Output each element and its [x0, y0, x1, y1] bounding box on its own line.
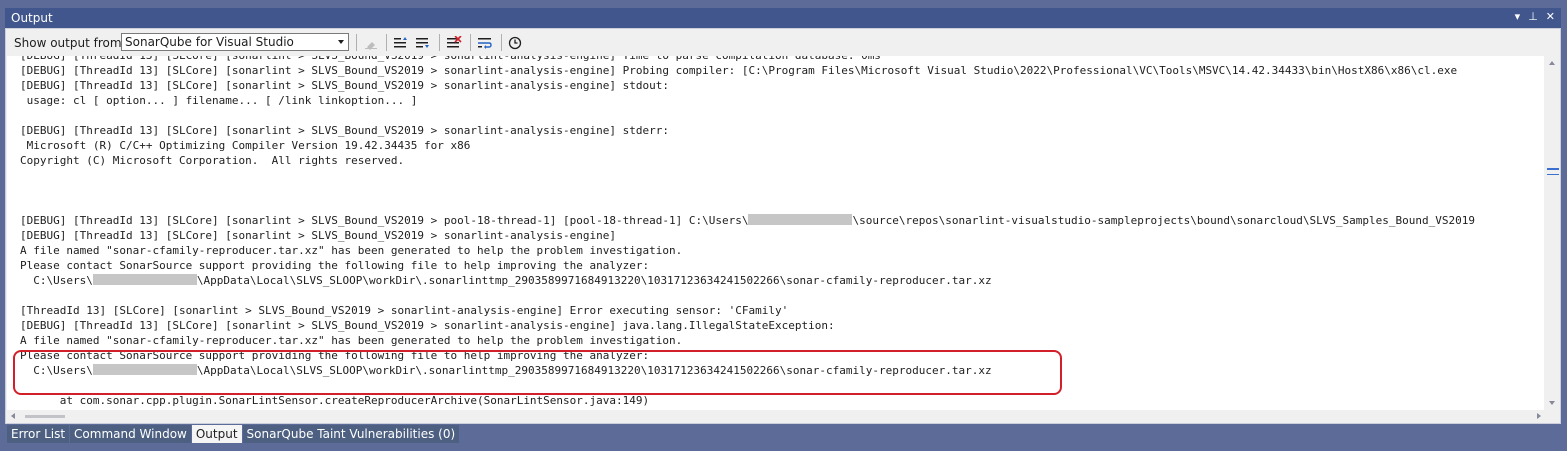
output-toolbar: Show output from: SonarQube for Visual S…: [6, 29, 1560, 56]
tab-error-list[interactable]: Error List: [7, 425, 70, 443]
clear-all-button[interactable]: [444, 33, 464, 52]
tab-sonarqube-taint-vulnerabilities-0[interactable]: SonarQube Taint Vulnerabilities (0): [242, 425, 460, 443]
output-window-titlebar: Output ▾ ⊥ ✕: [5, 8, 1561, 28]
output-line: C:\Users\ \AppData\Local\SLVS_SLOOP\workD…: [20, 274, 992, 287]
output-line: A file named "sonar-cfamily-reproducer.t…: [20, 244, 682, 257]
scroll-right-icon[interactable]: [1537, 413, 1541, 419]
redacted-username: [748, 214, 853, 225]
output-line-text: Copyright (C) Microsoft Corporation. All…: [20, 154, 405, 167]
timestamp-button[interactable]: [505, 33, 525, 52]
output-line-text: Microsoft (R) C/C++ Optimizing Compiler …: [20, 139, 471, 152]
output-line: [DEBUG] [ThreadId 13] [SLCore] [sonarlin…: [20, 214, 1475, 227]
word-wrap-icon: [478, 37, 492, 49]
output-line: [ThreadId 13] [SLCore] [sonarlint > SLVS…: [20, 304, 788, 317]
window-title: Output: [11, 11, 53, 25]
scroll-up-icon[interactable]: [1549, 61, 1555, 65]
toolbar-separator: [470, 34, 471, 51]
tab-output[interactable]: Output: [191, 425, 242, 443]
output-line: [DEBUG] [ThreadId 13] [SLCore] [sonarlin…: [20, 319, 835, 332]
output-line: at com.sonar.cpp.plugin.SonarLintSensor.…: [20, 394, 649, 407]
output-panel: Show output from: SonarQube for Visual S…: [5, 28, 1561, 424]
word-wrap-button[interactable]: [475, 33, 495, 52]
toolbar-separator: [439, 34, 440, 51]
output-line-text: [DEBUG] [ThreadId 13] [SLCore] [sonarlin…: [20, 56, 881, 62]
output-line-text: [DEBUG] [ThreadId 13] [SLCore] [sonarlin…: [20, 229, 617, 242]
output-line-text: \AppData\Local\SLVS_SLOOP\workDir\.sonar…: [196, 274, 992, 287]
output-text-area[interactable]: [DEBUG] [ThreadId 13] [SLCore] [sonarlin…: [7, 56, 1545, 410]
toolbar-separator: [356, 34, 357, 51]
chevron-down-icon: [338, 40, 344, 44]
scroll-down-icon[interactable]: [1549, 401, 1555, 405]
close-icon[interactable]: ✕: [1546, 10, 1555, 23]
output-line: [DEBUG] [ThreadId 13] [SLCore] [sonarlin…: [20, 79, 669, 92]
output-line-text: [DEBUG] [ThreadId 13] [SLCore] [sonarlin…: [20, 124, 670, 137]
toolbar-separator: [501, 34, 502, 51]
scroll-position-marker: [1547, 168, 1559, 170]
output-line: [DEBUG] [ThreadId 13] [SLCore] [sonarlin…: [20, 56, 881, 62]
redacted-username: [92, 274, 197, 285]
previous-message-button[interactable]: [391, 33, 411, 52]
output-line-text: Please contact SonarSource support provi…: [20, 259, 650, 272]
output-line-text: usage: cl [ option... ] filename... [ /l…: [20, 94, 418, 107]
output-line-text: A file named "sonar-cfamily-reproducer.t…: [20, 244, 683, 257]
toolbar-separator: [386, 34, 387, 51]
previous-message-icon: [394, 36, 407, 47]
output-line-text: [DEBUG] [ThreadId 13] [SLCore] [sonarlin…: [20, 214, 749, 227]
find-message-button[interactable]: [361, 33, 381, 52]
output-line-text: [DEBUG] [ThreadId 13] [SLCore] [sonarlin…: [20, 319, 835, 332]
output-line-text: [ThreadId 13] [SLCore] [sonarlint > SLVS…: [20, 304, 789, 317]
output-line: usage: cl [ option... ] filename... [ /l…: [20, 94, 418, 107]
pin-icon[interactable]: ⊥: [1528, 10, 1538, 23]
output-source-select[interactable]: SonarQube for Visual Studio: [121, 33, 349, 51]
vertical-scrollbar[interactable]: [1544, 56, 1560, 410]
scroll-position-marker: [1547, 174, 1559, 175]
window-position-dropdown-icon[interactable]: ▾: [1515, 10, 1521, 23]
highlight-annotation-box: [13, 350, 1062, 395]
output-line-text: [DEBUG] [ThreadId 13] [SLCore] [sonarlin…: [20, 64, 1458, 77]
next-message-icon: [416, 37, 429, 48]
output-line-text: [DEBUG] [ThreadId 13] [SLCore] [sonarlin…: [20, 79, 670, 92]
output-line: [DEBUG] [ThreadId 13] [SLCore] [sonarlin…: [20, 124, 669, 137]
output-line: [DEBUG] [ThreadId 13] [SLCore] [sonarlin…: [20, 229, 616, 242]
output-line-text: A file named "sonar-cfamily-reproducer.t…: [20, 334, 683, 347]
show-output-label: Show output from:: [14, 36, 126, 50]
scroll-left-icon[interactable]: [11, 413, 15, 419]
bottom-tab-strip: Error List Command Window Output SonarQube …: [7, 425, 460, 444]
tab-command-window[interactable]: Command Window: [70, 425, 191, 443]
find-message-icon: [365, 41, 377, 50]
output-source-value: SonarQube for Visual Studio: [125, 35, 294, 49]
output-line: Copyright (C) Microsoft Corporation. All…: [20, 154, 404, 167]
output-line: Please contact SonarSource support provi…: [20, 259, 649, 272]
output-line-text: at com.sonar.cpp.plugin.SonarLintSensor.…: [20, 394, 650, 407]
output-line: Microsoft (R) C/C++ Optimizing Compiler …: [20, 139, 471, 152]
timestamp-icon: [508, 36, 522, 49]
output-line: [DEBUG] [ThreadId 13] [SLCore] [sonarlin…: [20, 64, 1457, 77]
output-line: A file named "sonar-cfamily-reproducer.t…: [20, 334, 682, 347]
output-line-text: C:\Users\: [20, 274, 93, 287]
output-line-text: \source\repos\sonarlint-visualstudio-sam…: [852, 214, 1476, 227]
next-message-button[interactable]: [413, 33, 433, 52]
clear-all-icon: [447, 35, 462, 47]
horizontal-scroll-thumb[interactable]: [25, 415, 65, 418]
horizontal-scrollbar[interactable]: [7, 410, 1545, 423]
